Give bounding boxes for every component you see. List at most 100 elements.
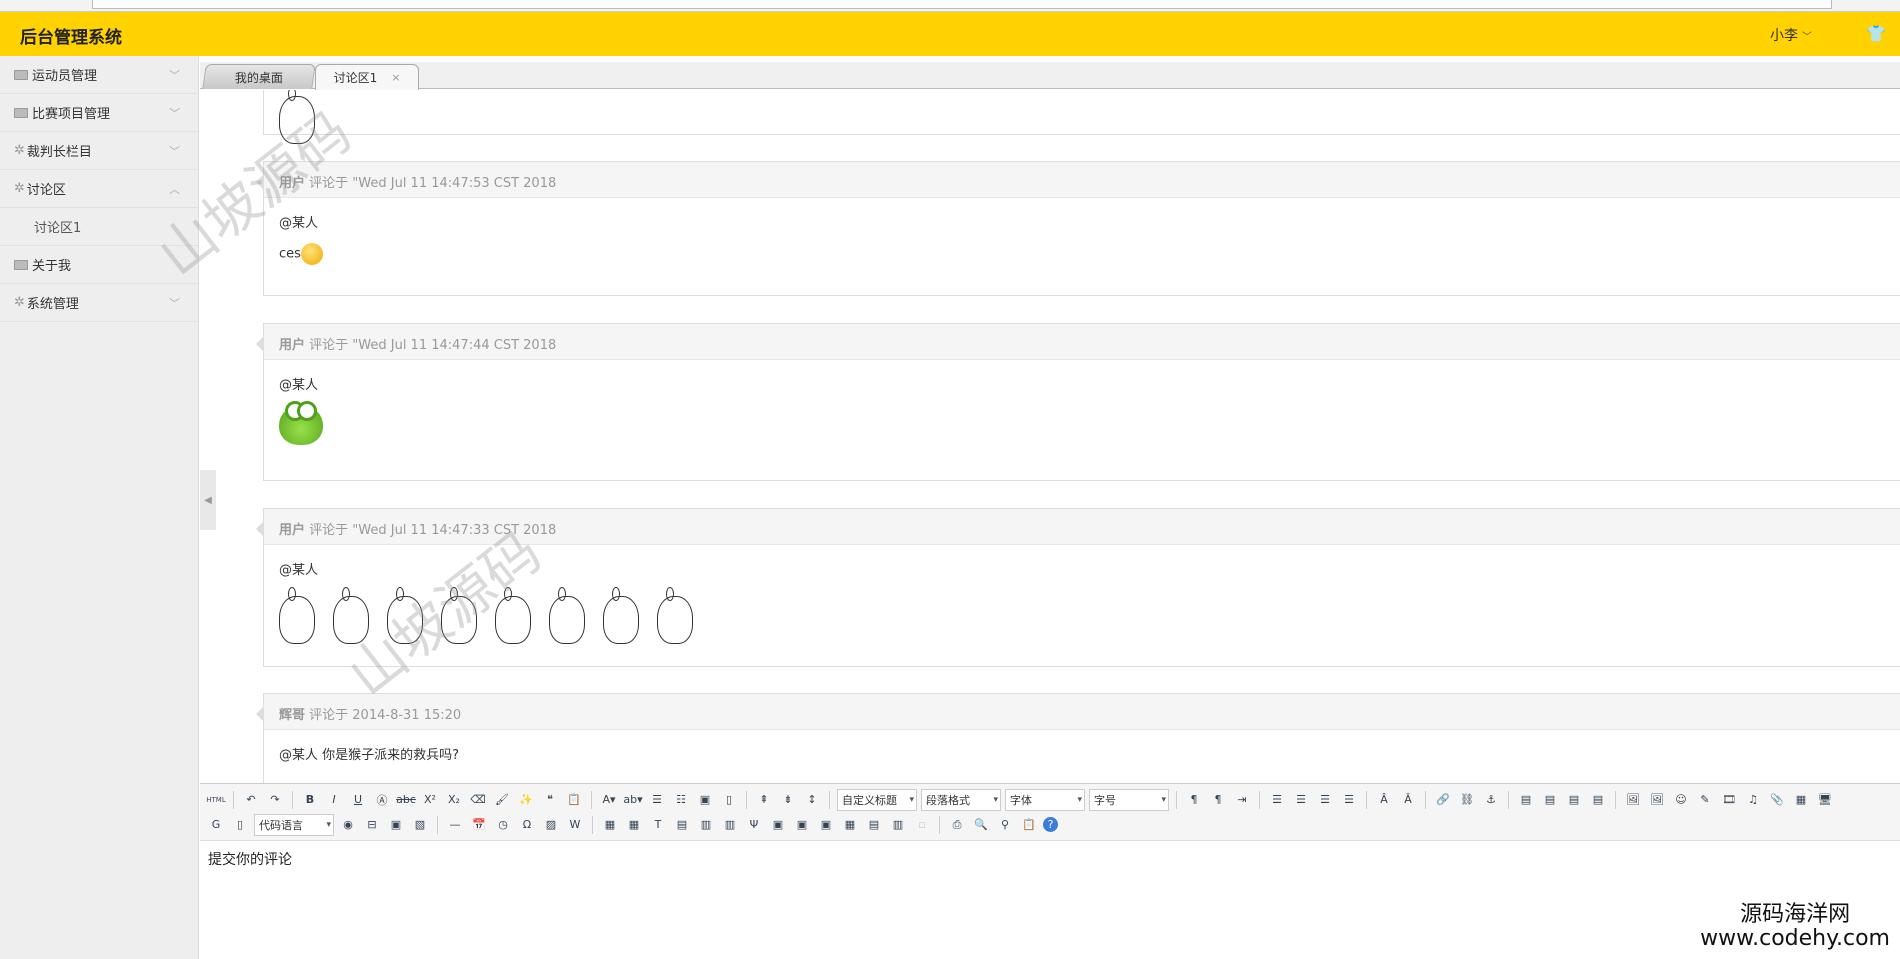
image-center-icon[interactable]: ▤: [1588, 790, 1608, 810]
auto-format-icon[interactable]: ✨: [516, 790, 536, 810]
print-icon[interactable]: ⎙: [947, 815, 967, 835]
undo-icon[interactable]: ↶: [241, 790, 261, 810]
preview-icon[interactable]: 🔍: [971, 815, 991, 835]
music-icon[interactable]: ♫: [1743, 790, 1763, 810]
emotion-icon[interactable]: ☺: [1671, 790, 1691, 810]
close-icon[interactable]: ×: [391, 71, 400, 84]
insert-col-icon[interactable]: ▥: [720, 815, 740, 835]
underline-icon[interactable]: U: [348, 790, 368, 810]
image-left-icon[interactable]: ▤: [1540, 790, 1560, 810]
chart-icon[interactable]: ▫: [912, 815, 932, 835]
font-size-select[interactable]: 字号: [1089, 788, 1169, 811]
font-border-icon[interactable]: Ⓐ: [372, 790, 392, 810]
align-center-icon[interactable]: ☰: [1291, 790, 1311, 810]
html-source-button[interactable]: HTML: [206, 790, 226, 810]
indent-icon[interactable]: ⇥: [1232, 790, 1252, 810]
row-spacing-bottom-icon[interactable]: ⇟: [778, 790, 798, 810]
attachment-icon[interactable]: 📎: [1767, 790, 1787, 810]
select-all-icon[interactable]: ▣: [695, 790, 715, 810]
delete-col-icon[interactable]: Ψ: [744, 815, 764, 835]
insert-caption-icon[interactable]: T: [648, 815, 668, 835]
delete-table-icon[interactable]: ▦: [624, 815, 644, 835]
word-paste-icon[interactable]: W: [565, 815, 585, 835]
align-justify-icon[interactable]: ☰: [1339, 790, 1359, 810]
shirt-icon[interactable]: 👕: [1866, 24, 1886, 43]
heading-select[interactable]: 自定义标题: [837, 788, 917, 811]
drafts-icon[interactable]: 📋: [1019, 815, 1039, 835]
blockquote-icon[interactable]: ❝: [540, 790, 560, 810]
insert-video-icon[interactable]: 🎞: [1719, 790, 1739, 810]
comment-input[interactable]: 提交你的评论: [200, 841, 1900, 877]
sidebar-item-discussion[interactable]: ✲ 讨论区 ︿: [0, 170, 198, 208]
font-family-select[interactable]: 字体: [1005, 788, 1085, 811]
insert-frame-icon[interactable]: 🖥: [1815, 790, 1835, 810]
highlight-color-icon[interactable]: ab▾: [623, 790, 643, 810]
date-icon[interactable]: 📅: [469, 815, 489, 835]
address-bar[interactable]: [92, 0, 1832, 9]
map-icon[interactable]: ▦: [1791, 790, 1811, 810]
ordered-list-icon[interactable]: ☰: [647, 790, 667, 810]
subscript-icon[interactable]: X₂: [444, 790, 464, 810]
font-color-icon[interactable]: A▾: [599, 790, 619, 810]
unordered-list-icon[interactable]: ☷: [671, 790, 691, 810]
insert-row-icon[interactable]: ▤: [672, 815, 692, 835]
lowercase-icon[interactable]: Ǎ: [1398, 790, 1418, 810]
strikethrough-icon[interactable]: abc: [396, 790, 416, 810]
horizontal-rule-icon[interactable]: —: [445, 815, 465, 835]
split-cells-icon[interactable]: ▦: [840, 815, 860, 835]
bold-icon[interactable]: B: [300, 790, 320, 810]
special-chars-icon[interactable]: Ω: [517, 815, 537, 835]
format-brush-icon[interactable]: 🖌: [492, 790, 512, 810]
sidebar-subitem-discussion1[interactable]: 讨论区1: [0, 208, 198, 246]
merge-cells-icon[interactable]: ▣: [768, 815, 788, 835]
code-language-select[interactable]: 代码语言: [254, 813, 334, 836]
align-right-icon[interactable]: ☰: [1315, 790, 1335, 810]
anchor-icon[interactable]: ⚓: [1481, 790, 1501, 810]
page-break-line-icon[interactable]: ⊟: [362, 815, 382, 835]
row-spacing-top-icon[interactable]: ⇞: [754, 790, 774, 810]
image-right-icon[interactable]: ▤: [1564, 790, 1584, 810]
merge-down-icon[interactable]: ▣: [816, 815, 836, 835]
link-icon[interactable]: 🔗: [1433, 790, 1453, 810]
split-cols-icon[interactable]: ▥: [888, 815, 908, 835]
web-image-icon[interactable]: ◉: [338, 815, 358, 835]
line-height-icon[interactable]: ↕: [802, 790, 822, 810]
template-icon[interactable]: ▣: [386, 815, 406, 835]
eraser-icon[interactable]: ⌫: [468, 790, 488, 810]
sidebar-collapse-handle[interactable]: ◀: [200, 470, 216, 530]
image-none-icon[interactable]: ▤: [1516, 790, 1536, 810]
sidebar-item-referee[interactable]: ✲ 裁判长栏目 ﹀: [0, 132, 198, 170]
superscript-icon[interactable]: X²: [420, 790, 440, 810]
insert-image-icon[interactable]: 🖼: [1647, 790, 1667, 810]
sidebar-item-about[interactable]: 关于我: [0, 246, 198, 284]
search-replace-icon[interactable]: ⚲: [995, 815, 1015, 835]
page-break-icon[interactable]: ▯: [230, 815, 250, 835]
tab-discussion1[interactable]: 讨论区1 ×: [315, 64, 419, 90]
background-icon[interactable]: ▧: [410, 815, 430, 835]
time-icon[interactable]: ◷: [493, 815, 513, 835]
ltr-icon[interactable]: ¶: [1184, 790, 1204, 810]
align-left-icon[interactable]: ☰: [1267, 790, 1287, 810]
sidebar-item-system[interactable]: ✲ 系统管理 ﹀: [0, 284, 198, 322]
redo-icon[interactable]: ↷: [265, 790, 285, 810]
user-menu[interactable]: 小李 ﹀: [1770, 25, 1812, 45]
simple-upload-icon[interactable]: 🖼: [1623, 790, 1643, 810]
help-icon[interactable]: ?: [1043, 817, 1058, 832]
paste-text-icon[interactable]: 📋: [564, 790, 584, 810]
split-rows-icon[interactable]: ▤: [864, 815, 884, 835]
tab-desktop[interactable]: 我的桌面: [202, 64, 316, 89]
comment-list[interactable]: 用户 评论于 "Wed Jul 11 14:47:53 CST 2018 @某人…: [200, 90, 1900, 783]
unlink-icon[interactable]: ⛓: [1457, 790, 1477, 810]
word-image-icon[interactable]: ▨: [541, 815, 561, 835]
uppercase-icon[interactable]: Â: [1374, 790, 1394, 810]
clear-doc-icon[interactable]: ▯: [719, 790, 739, 810]
sidebar-item-athletes[interactable]: 运动员管理 ﹀: [0, 56, 198, 94]
rtl-icon[interactable]: ¶: [1208, 790, 1228, 810]
paragraph-select[interactable]: 段落格式: [921, 788, 1001, 811]
italic-icon[interactable]: I: [324, 790, 344, 810]
sidebar-item-events[interactable]: 比赛项目管理 ﹀: [0, 94, 198, 132]
merge-right-icon[interactable]: ▣: [792, 815, 812, 835]
delete-row-icon[interactable]: ▥: [696, 815, 716, 835]
insert-table-icon[interactable]: ▦: [600, 815, 620, 835]
scrawl-icon[interactable]: ✎: [1695, 790, 1715, 810]
